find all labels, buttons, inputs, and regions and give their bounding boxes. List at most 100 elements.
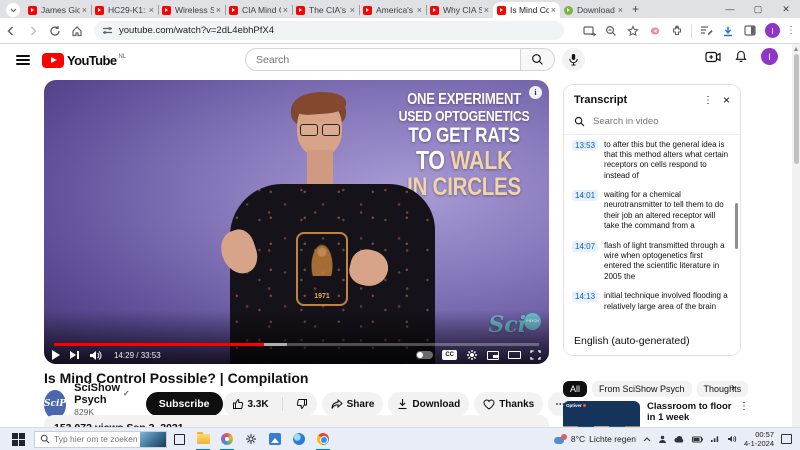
side-panel-icon[interactable] bbox=[739, 20, 761, 42]
battery-tray-icon[interactable] bbox=[691, 436, 703, 443]
forward-icon[interactable] bbox=[22, 20, 44, 42]
browser-profile-avatar[interactable]: I bbox=[765, 23, 780, 38]
save-page-icon[interactable] bbox=[578, 20, 600, 42]
transcript-search[interactable] bbox=[564, 112, 740, 135]
browser-menu-icon[interactable]: ⋮ bbox=[784, 20, 798, 42]
new-tab-button[interactable]: + bbox=[632, 2, 639, 16]
browser-tab[interactable]: HC29-K1: The× bbox=[91, 2, 158, 18]
start-button[interactable] bbox=[12, 432, 25, 446]
bookmark-star-icon[interactable] bbox=[622, 20, 644, 42]
youtube-search-button[interactable] bbox=[521, 48, 555, 71]
voice-search-button[interactable] bbox=[562, 48, 585, 71]
photos-app-icon[interactable] bbox=[263, 428, 287, 450]
volume-tray-icon[interactable] bbox=[727, 435, 737, 443]
play-button[interactable] bbox=[52, 350, 60, 360]
menu-hamburger-icon[interactable] bbox=[16, 55, 30, 65]
reload-icon[interactable] bbox=[44, 20, 66, 42]
weather-widget[interactable]: 8°C Lichte regen bbox=[553, 433, 636, 445]
browser-tab[interactable]: Why CIA Star× bbox=[426, 2, 493, 18]
tab-close-icon[interactable]: × bbox=[551, 5, 556, 15]
browser-tab[interactable]: Wireless Syst× bbox=[158, 2, 225, 18]
scrollbar-thumb[interactable] bbox=[793, 54, 799, 164]
taskbar-clock[interactable]: 00:57 4-1-2024 bbox=[744, 430, 774, 449]
subscribe-button[interactable]: Subscribe bbox=[145, 392, 223, 416]
progress-bar[interactable] bbox=[54, 343, 539, 346]
transcript-search-input[interactable] bbox=[593, 116, 703, 127]
account-avatar[interactable]: I bbox=[761, 48, 778, 65]
zoom-icon[interactable] bbox=[600, 20, 622, 42]
action-center-icon[interactable] bbox=[781, 434, 792, 444]
scroll-up-icon[interactable] bbox=[794, 47, 798, 51]
taskbar-search-box[interactable] bbox=[34, 430, 167, 448]
description-box[interactable]: 153,072 views Sep 2, 2021 bbox=[44, 415, 549, 427]
ad-title[interactable]: Classroom to floor in 1 week bbox=[647, 401, 732, 424]
next-button[interactable] bbox=[70, 351, 79, 359]
settings-gear-icon[interactable] bbox=[466, 349, 478, 361]
task-view-button[interactable] bbox=[167, 428, 191, 450]
volume-icon[interactable] bbox=[89, 350, 102, 361]
tab-close-icon[interactable]: × bbox=[283, 5, 288, 15]
tab-close-icon[interactable]: × bbox=[216, 5, 221, 15]
chips-more-icon[interactable]: › bbox=[731, 380, 735, 394]
home-icon[interactable] bbox=[66, 20, 88, 42]
transcript-language[interactable]: English (auto-generated) bbox=[564, 329, 740, 355]
dislike-button[interactable] bbox=[287, 392, 317, 416]
tab-close-icon[interactable]: × bbox=[417, 5, 422, 15]
transcript-menu-icon[interactable]: ⋮ bbox=[703, 95, 713, 106]
browser-tab[interactable]: America's Bo× bbox=[359, 2, 426, 18]
file-explorer-icon[interactable] bbox=[191, 428, 215, 450]
teams-tray-icon[interactable] bbox=[658, 435, 667, 444]
edge-browser-icon[interactable] bbox=[287, 428, 311, 450]
extension-adblock-icon[interactable] bbox=[644, 20, 666, 42]
tab-close-icon[interactable]: × bbox=[484, 5, 489, 15]
ad-item[interactable]: Optiver Classroom to floor in 1 week STE… bbox=[563, 401, 749, 427]
chip-from-channel[interactable]: From SciShow Psych bbox=[592, 380, 692, 397]
settings-gear-icon[interactable] bbox=[239, 428, 263, 450]
fullscreen-icon[interactable] bbox=[530, 350, 541, 360]
reading-list-icon[interactable] bbox=[695, 20, 717, 42]
chip-thoughts[interactable]: Thoughts bbox=[696, 380, 749, 397]
ad-menu-icon[interactable]: ⋮ bbox=[739, 401, 749, 427]
network-tray-icon[interactable] bbox=[710, 435, 720, 443]
tab-close-icon[interactable]: × bbox=[350, 5, 355, 15]
browser-tab[interactable]: James Giorda× bbox=[24, 2, 91, 18]
create-video-icon[interactable] bbox=[705, 51, 721, 63]
autoplay-toggle[interactable] bbox=[416, 351, 434, 359]
chrome-browser-icon[interactable] bbox=[311, 428, 335, 450]
ad-thumbnail[interactable]: Optiver bbox=[563, 401, 640, 427]
browser-tab[interactable]: The CIA's TO× bbox=[292, 2, 359, 18]
transcript-segment[interactable]: 14:13 initial technique involved flooding… bbox=[564, 287, 740, 311]
downloads-icon[interactable] bbox=[717, 20, 739, 42]
transcript-scrollbar[interactable] bbox=[735, 203, 738, 249]
onedrive-tray-icon[interactable] bbox=[674, 435, 685, 443]
tab-close-icon[interactable]: × bbox=[82, 5, 87, 15]
chevron-down-icon[interactable] bbox=[6, 3, 20, 17]
extensions-puzzle-icon[interactable] bbox=[666, 20, 688, 42]
paint-app-icon[interactable] bbox=[215, 428, 239, 450]
window-minimize-button[interactable]: — bbox=[716, 0, 744, 18]
address-bar[interactable]: youtube.com/watch?v=2dL4ebhPfX4 bbox=[94, 21, 564, 40]
theater-mode-icon[interactable] bbox=[508, 351, 521, 359]
video-info-icon[interactable]: i bbox=[529, 86, 542, 99]
site-settings-icon[interactable] bbox=[102, 25, 113, 36]
transcript-segment[interactable]: 14:01 waiting for a chemical neurotransmi… bbox=[564, 186, 740, 237]
chip-all[interactable]: All bbox=[563, 380, 588, 397]
tab-close-icon[interactable]: × bbox=[618, 5, 623, 15]
window-close-button[interactable]: ✕ bbox=[772, 0, 800, 18]
download-button[interactable]: Download bbox=[388, 392, 470, 416]
browser-tab[interactable]: CIA Mind Co× bbox=[225, 2, 292, 18]
back-icon[interactable] bbox=[0, 20, 22, 42]
taskbar-search-input[interactable] bbox=[54, 434, 140, 444]
miniplayer-icon[interactable] bbox=[487, 350, 499, 360]
youtube-search-box[interactable] bbox=[245, 48, 521, 71]
share-button[interactable]: Share bbox=[321, 392, 384, 416]
browser-tab-active[interactable]: Is Mind Cont× bbox=[493, 2, 560, 18]
window-maximize-button[interactable]: ▢ bbox=[744, 0, 772, 18]
tab-close-icon[interactable]: × bbox=[149, 5, 154, 15]
youtube-logo[interactable]: YouTube NL bbox=[42, 52, 126, 68]
transcript-segment[interactable]: 13:53 to after this but the general idea … bbox=[564, 135, 740, 186]
page-scrollbar[interactable] bbox=[792, 44, 800, 427]
notifications-bell-icon[interactable] bbox=[735, 50, 747, 63]
captions-button[interactable]: CC bbox=[442, 350, 457, 360]
tray-chevron-up-icon[interactable] bbox=[643, 436, 651, 442]
